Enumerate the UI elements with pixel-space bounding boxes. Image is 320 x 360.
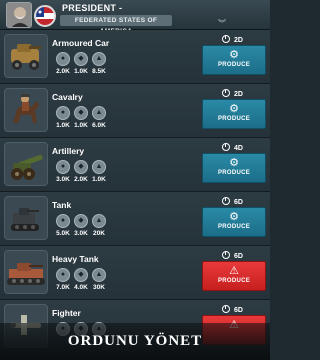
- unit-name: Artillery: [52, 146, 85, 156]
- gear-icon: ⚙: [229, 211, 239, 223]
- metal-icon: ▲: [92, 268, 106, 282]
- unit-name: Heavy Tank: [52, 254, 99, 264]
- food-icon: ●: [56, 268, 70, 282]
- unit-row: Armoured Car ● 2.0K ◆ 1.0K ▲ 8.5K 2D ⚙ PRODUCE: [0, 30, 270, 84]
- resource-amount: 30K: [93, 284, 105, 291]
- duration-label: 4D: [234, 145, 243, 152]
- production-time: 6D: [222, 251, 243, 260]
- food-icon: ●: [56, 52, 70, 66]
- unit-list: Armoured Car ● 2.0K ◆ 1.0K ▲ 8.5K 2D ⚙ PRODUCE Cav…: [0, 30, 270, 354]
- clock-icon: [222, 35, 230, 43]
- resource-cost: ▲ 6.0K: [90, 106, 108, 129]
- fuel-icon: ◆: [74, 268, 88, 282]
- produce-button[interactable]: ⚙ PRODUCE: [202, 99, 266, 129]
- gear-icon: ⚙: [229, 49, 239, 61]
- nation-flag-icon[interactable]: [34, 5, 56, 27]
- unit-name: Cavalry: [52, 92, 83, 102]
- bullet-icon: ▲: [92, 106, 106, 120]
- produce-button[interactable]: ⚙ PRODUCE: [202, 45, 266, 75]
- nation-name-badge: FEDERATED STATES OF AMERICA: [60, 15, 172, 35]
- warning-icon: ⚠: [229, 265, 239, 277]
- gear-icon: ⚙: [229, 157, 239, 169]
- clock-icon: [222, 251, 230, 259]
- food-icon: ●: [56, 106, 70, 120]
- resource-amount: 6.0K: [92, 122, 106, 129]
- produce-button[interactable]: ⚙ PRODUCE: [202, 153, 266, 183]
- duration-label: 6D: [234, 199, 243, 206]
- fuel-icon: ◆: [74, 106, 88, 120]
- unit-name: Tank: [52, 200, 72, 210]
- unit-row: Heavy Tank ● 7.0K ◆ 4.0K ▲ 30K 6D ⚠ PRODUCE: [0, 246, 270, 300]
- metal-icon: ▲: [92, 52, 106, 66]
- produce-label: PRODUCE: [217, 116, 251, 122]
- player-role: PRESIDENT -: [62, 3, 123, 13]
- resource-cost: ▲ 8.5K: [90, 52, 108, 75]
- food-icon: ●: [56, 160, 70, 174]
- production-time: 2D: [222, 35, 243, 44]
- unit-row: Cavalry ● 1.0K ◆ 1.0K ▲ 6.0K 2D ⚙ PRODUCE: [0, 84, 270, 138]
- top-bar: PRESIDENT - FEDERATED STATES OF AMERICA …: [0, 0, 270, 35]
- resource-cost: ▲ 1.0K: [90, 160, 108, 183]
- unit-name: Fighter: [52, 308, 81, 318]
- duration-label: 6D: [234, 253, 243, 260]
- duration-label: 6D: [234, 307, 243, 314]
- leader-avatar[interactable]: [6, 2, 32, 28]
- produce-button[interactable]: ⚠ PRODUCE: [202, 261, 266, 291]
- unit-row: Artillery ● 3.0K ◆ 2.0K ▲ 1.0K 4D ⚙ PRODUCE: [0, 138, 270, 192]
- fuel-icon: ◆: [74, 160, 88, 174]
- footer-banner: ORDUNU YÖNET: [0, 323, 270, 360]
- production-time: 4D: [222, 143, 243, 152]
- unit-row: Tank ● 5.0K ◆ 3.0K ▲ 20K 6D ⚙ PRODUCE: [0, 192, 270, 246]
- production-time: 6D: [222, 197, 243, 206]
- footer-title: ORDUNU YÖNET: [67, 333, 203, 349]
- produce-label: PRODUCE: [217, 62, 251, 68]
- unit-image[interactable]: [4, 250, 48, 294]
- produce-label: PRODUCE: [217, 170, 251, 176]
- clock-icon: [222, 197, 230, 205]
- food-icon: ●: [56, 214, 70, 228]
- produce-button[interactable]: ⚙ PRODUCE: [202, 207, 266, 237]
- fuel-icon: ◆: [74, 52, 88, 66]
- duration-label: 2D: [234, 91, 243, 98]
- unit-image[interactable]: [4, 196, 48, 240]
- clock-icon: [222, 89, 230, 97]
- fuel-icon: ◆: [74, 214, 88, 228]
- produce-label: PRODUCE: [217, 224, 251, 230]
- unit-image[interactable]: [4, 88, 48, 132]
- unit-image[interactable]: [4, 34, 48, 78]
- resource-amount: 8.5K: [92, 68, 106, 75]
- metal-icon: ▲: [92, 214, 106, 228]
- resource-amount: 20K: [93, 230, 105, 237]
- duration-label: 2D: [234, 37, 243, 44]
- resource-amount: 1.0K: [92, 176, 106, 183]
- resource-cost: ▲ 30K: [90, 268, 108, 291]
- unit-name: Armoured Car: [52, 38, 110, 48]
- production-time: 6D: [222, 305, 243, 314]
- chevron-down-icon[interactable]: ︾: [218, 18, 226, 29]
- clock-icon: [222, 143, 230, 151]
- unit-image[interactable]: [4, 142, 48, 186]
- production-time: 2D: [222, 89, 243, 98]
- clock-icon: [222, 305, 230, 313]
- produce-label: PRODUCE: [217, 278, 251, 284]
- gear-icon: ⚙: [229, 103, 239, 115]
- resource-cost: ▲ 20K: [90, 214, 108, 237]
- metal-icon: ▲: [92, 160, 106, 174]
